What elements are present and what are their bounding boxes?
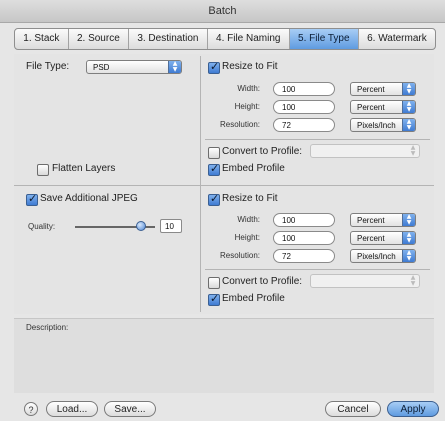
section-divider [14,185,434,186]
tab-stack[interactable]: 1. Stack [15,29,69,49]
file-type-label: File Type: [26,61,70,72]
save-additional-jpeg-label: Save Additional JPEG [40,193,138,204]
window-title: Batch [0,0,445,23]
width-unit-select[interactable]: Percent ▲ ▼ [350,82,416,96]
profile-select[interactable]: ▲ ▼ [310,144,420,158]
height-unit-select[interactable]: Percent ▲ ▼ [350,100,416,114]
save-button[interactable]: Save... [104,401,156,417]
tab-file-naming[interactable]: 4. File Naming [208,29,290,49]
tab-file-type[interactable]: 5. File Type [289,29,359,49]
embed-profile-checkbox[interactable] [208,162,220,176]
convert-to-profile-checkbox[interactable] [208,147,220,159]
popup-arrows-icon: ▲ ▼ [402,119,415,131]
resolution-field[interactable]: 72 [273,118,335,132]
width-unit-value: Percent [357,85,385,94]
height-field[interactable]: 100 [273,100,335,114]
jpeg-convert-to-profile-checkbox[interactable] [208,277,220,289]
description-area [14,318,434,393]
resize-to-fit-checkbox[interactable] [208,60,220,74]
tab-source[interactable]: 2. Source [69,29,130,49]
save-additional-jpeg-checkbox[interactable] [26,192,38,206]
tab-destination[interactable]: 3. Destination [129,29,208,49]
height-label: Height: [234,102,260,111]
popup-arrows-icon: ▲ ▼ [402,250,415,262]
popup-arrows-icon: ▲ ▼ [402,83,415,95]
jpeg-width-field[interactable]: 100 [273,213,335,227]
description-label: Description: [26,323,69,332]
jpeg-resolution-field[interactable]: 72 [273,249,335,263]
jpeg-profile-select[interactable]: ▲ ▼ [310,274,420,288]
tab-watermark[interactable]: 6. Watermark [359,29,435,49]
jpeg-width-label: Width: [237,215,260,224]
tab-bar: 1. Stack 2. Source 3. Destination 4. Fil… [14,28,436,50]
cancel-button[interactable]: Cancel [325,401,381,417]
quality-field[interactable]: 10 [160,219,182,233]
jpeg-height-unit-select[interactable]: Percent ▲ ▼ [350,231,416,245]
jpeg-resolution-unit-select[interactable]: Pixels/Inch ▲ ▼ [350,249,416,263]
jpeg-height-field[interactable]: 100 [273,231,335,245]
file-type-value: PSD [93,63,110,72]
height-unit-value: Percent [357,103,385,112]
resolution-unit-select[interactable]: Pixels/Inch ▲ ▼ [350,118,416,132]
width-label: Width: [237,84,260,93]
convert-to-profile-label: Convert to Profile: [222,146,303,157]
jpeg-width-unit-value: Percent [357,216,385,225]
popup-arrows-icon: ▲ ▼ [402,232,415,244]
popup-arrows-icon: ▲ ▼ [168,61,181,73]
jpeg-resolution-label: Resolution: [219,251,260,260]
jpeg-embed-profile-label: Embed Profile [222,293,285,304]
jpeg-convert-to-profile-label: Convert to Profile: [222,276,303,287]
resize-to-fit-label: Resize to Fit [222,61,278,72]
resolution-label: Resolution: [219,120,260,129]
quality-slider-handle[interactable] [136,221,146,231]
flatten-layers-label: Flatten Layers [52,163,116,174]
quality-label: Quality: [28,222,56,231]
popup-arrows-icon: ▲ ▼ [402,101,415,113]
jpeg-resolution-unit-value: Pixels/Inch [357,252,396,261]
apply-button[interactable]: Apply [387,401,439,417]
help-button[interactable]: ? [24,402,38,416]
flatten-layers-checkbox[interactable] [37,164,49,176]
batch-dialog: Batch 1. Stack 2. Source 3. Destination … [0,0,445,421]
jpeg-profile-divider [205,269,430,270]
profile-divider [205,139,430,140]
file-type-select[interactable]: PSD ▲ ▼ [86,60,182,74]
column-divider [200,56,201,312]
popup-arrows-icon: ▲ ▼ [402,214,415,226]
jpeg-height-unit-value: Percent [357,234,385,243]
embed-profile-label: Embed Profile [222,163,285,174]
jpeg-embed-profile-checkbox[interactable] [208,292,220,306]
jpeg-height-label: Height: [234,233,260,242]
popup-arrows-icon: ▲ ▼ [410,274,416,287]
resize-to-fit-jpeg-checkbox[interactable] [208,192,220,206]
width-field[interactable]: 100 [273,82,335,96]
resolution-unit-value: Pixels/Inch [357,121,396,130]
jpeg-width-unit-select[interactable]: Percent ▲ ▼ [350,213,416,227]
resize-to-fit-jpeg-label: Resize to Fit [222,193,278,204]
load-button[interactable]: Load... [46,401,98,417]
popup-arrows-icon: ▲ ▼ [410,144,416,157]
